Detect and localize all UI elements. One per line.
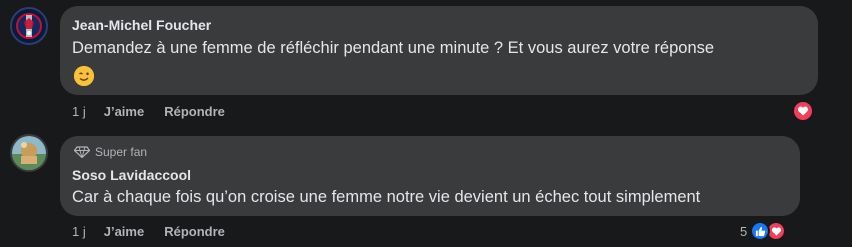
like-reaction-icon [750,221,771,241]
psg-logo-icon [12,9,46,43]
reaction-summary[interactable]: 5 [740,221,787,241]
comment-bubble: Super fan Soso Lavidaccool Car à chaque … [60,136,800,216]
comment-bubble: Jean-Michel Foucher Demandez à une femme… [60,6,818,95]
avatar[interactable] [10,7,48,45]
love-reaction-icon [792,100,814,122]
reply-button[interactable]: Répondre [164,224,225,239]
comment-2: Super fan Soso Lavidaccool Car à chaque … [0,128,852,247]
badge-label: Super fan [95,145,148,159]
reaction-summary[interactable] [792,100,814,122]
like-button[interactable]: J’aime [104,104,144,119]
diamond-icon [74,146,90,158]
avatar[interactable] [10,134,48,172]
timestamp[interactable]: 1 j [72,104,86,119]
avatar-image-icon [12,136,46,170]
comment-actions: 1 j J’aime Répondre [72,224,225,239]
reply-button[interactable]: Répondre [164,104,225,119]
super-fan-badge: Super fan [74,145,147,159]
timestamp[interactable]: 1 j [72,224,86,239]
reaction-count: 5 [740,223,748,239]
comment-author[interactable]: Soso Lavidaccool [72,167,191,183]
comment-text: Demandez à une femme de réfléchir pendan… [72,39,715,57]
comment-actions: 1 j J’aime Répondre [72,104,225,119]
comment-text: Car à chaque fois qu’on croise une femme… [72,188,701,206]
winking-face-icon [74,66,94,86]
comment-author[interactable]: Jean-Michel Foucher [72,17,211,33]
like-button[interactable]: J’aime [104,224,144,239]
comment-1: Jean-Michel Foucher Demandez à une femme… [0,0,852,128]
